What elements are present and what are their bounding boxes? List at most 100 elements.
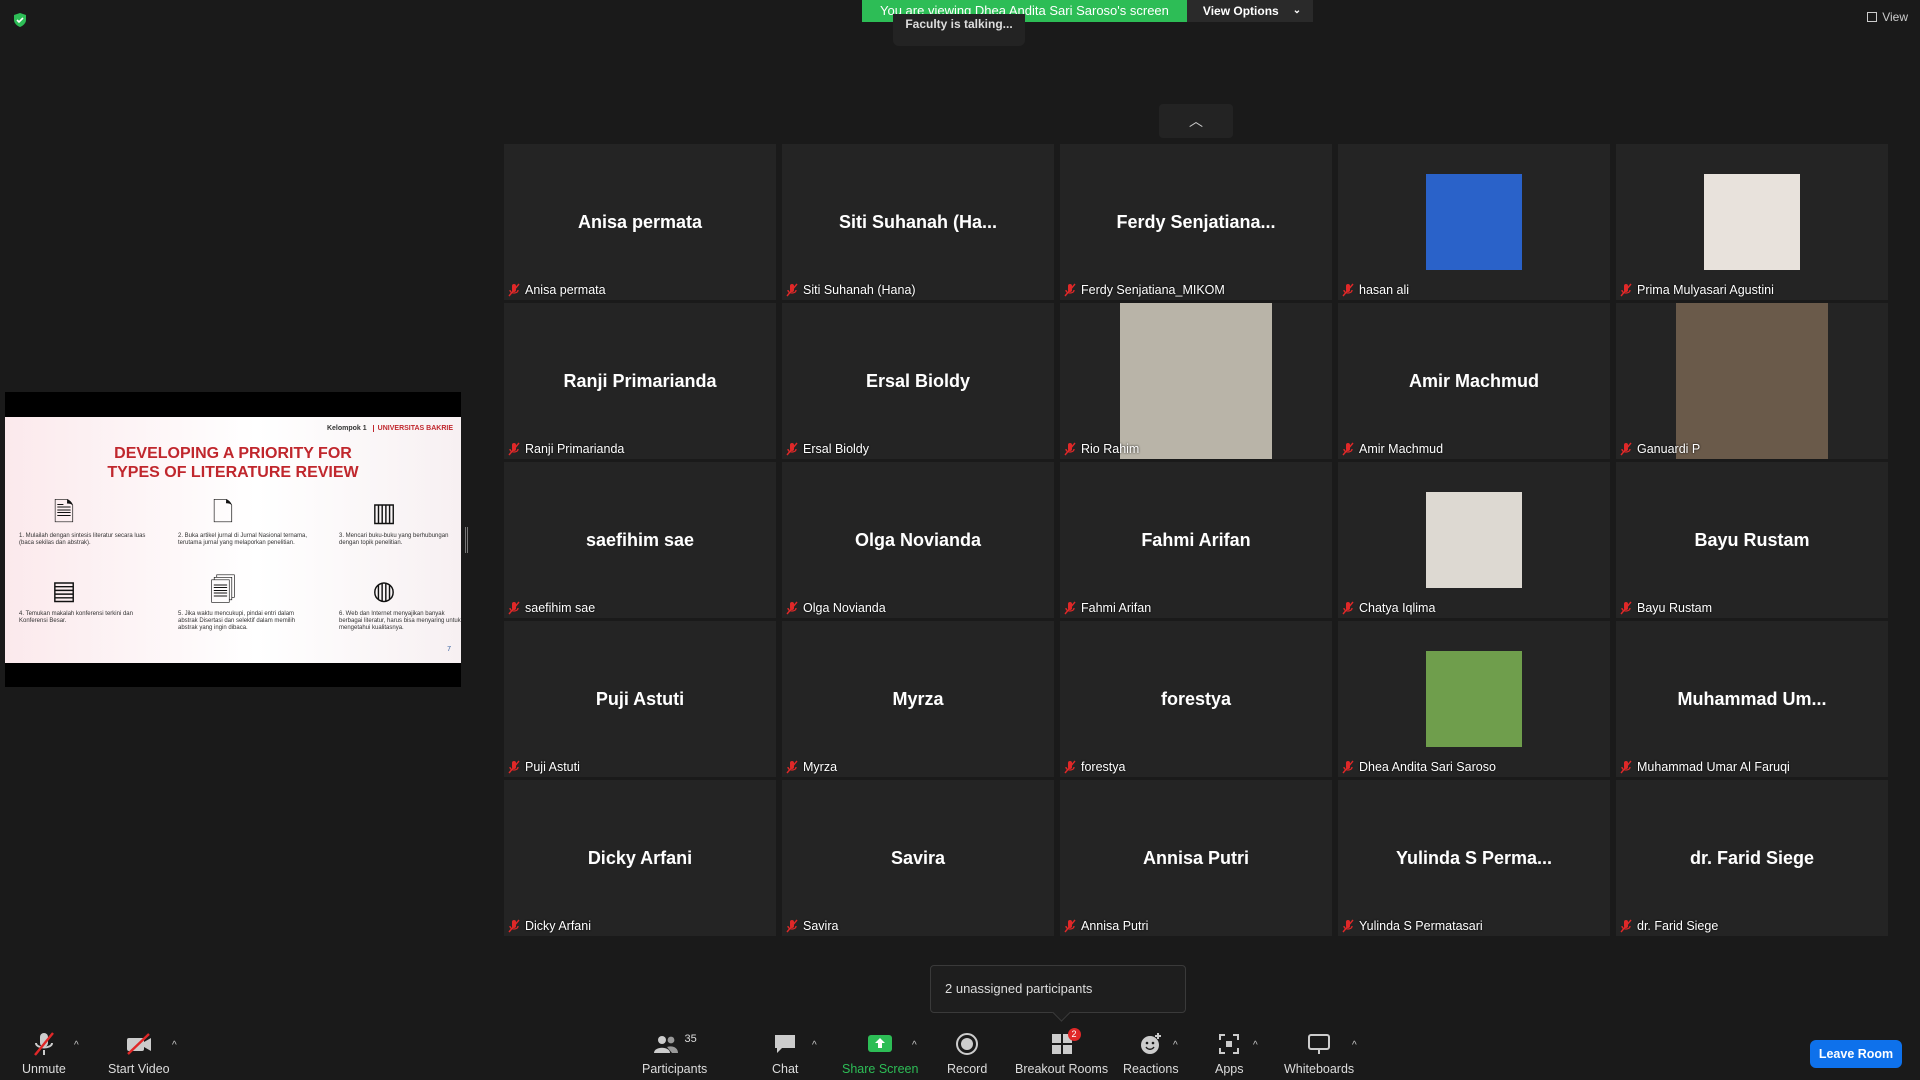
participant-tile[interactable]: Dicky Arfani Dicky Arfani (504, 780, 776, 936)
view-button[interactable]: View (1867, 10, 1908, 24)
participant-tile[interactable]: Ganuardi P (1616, 303, 1888, 459)
microphone-muted-icon (1064, 760, 1076, 774)
security-shield-icon[interactable] (12, 12, 28, 28)
gallery-scroll-up-button[interactable]: ︿ (1159, 104, 1233, 138)
participant-tile[interactable]: Puji Astuti Puji Astuti (504, 621, 776, 777)
participant-tile[interactable]: Myrza Myrza (782, 621, 1054, 777)
participants-label: Participants (642, 1062, 708, 1076)
participant-avatar-photo (1426, 492, 1522, 588)
microphone-muted-icon (1620, 760, 1632, 774)
participant-tile[interactable]: Muhammad Um... Muhammad Umar Al Faruqi (1616, 621, 1888, 777)
apps-options-caret[interactable]: ^ (1253, 1040, 1258, 1051)
participant-name-text: Muhammad Umar Al Faruqi (1637, 760, 1790, 774)
participants-count: 35 (684, 1033, 697, 1045)
participant-tile[interactable]: Amir Machmud Amir Machmud (1338, 303, 1610, 459)
start-video-button[interactable]: Start Video (108, 1030, 170, 1076)
participant-tile[interactable]: Dhea Andita Sari Saroso (1338, 621, 1610, 777)
chat-button[interactable]: Chat (772, 1030, 798, 1076)
participant-name-label: dr. Farid Siege (1620, 919, 1718, 933)
participant-name-label: saefihim sae (508, 601, 595, 615)
participant-tile[interactable]: Prima Mulyasari Agustini (1616, 144, 1888, 300)
video-options-caret[interactable]: ^ (172, 1040, 177, 1051)
reactions-label: Reactions (1123, 1062, 1179, 1076)
microphone-muted-icon (786, 283, 798, 297)
participant-tile[interactable]: Yulinda S Perma... Yulinda S Permatasari (1338, 780, 1610, 936)
participant-tile[interactable]: Ferdy Senjatiana... Ferdy Senjatiana_MIKO… (1060, 144, 1332, 300)
participant-name-label: Puji Astuti (508, 760, 580, 774)
slide-item-4: ▤ 4. Temukan makalah konferensi terkini … (19, 575, 149, 625)
unassigned-participants-tooltip[interactable]: 2 unassigned participants (930, 965, 1186, 1013)
whiteboards-button[interactable]: Whiteboards (1284, 1030, 1354, 1076)
participant-name-text: Ganuardi P (1637, 442, 1701, 456)
participant-tile[interactable]: forestya forestya (1060, 621, 1332, 777)
participant-display-name: dr. Farid Siege (1689, 847, 1815, 868)
participant-display-name: Fahmi Arifan (1141, 529, 1251, 550)
participant-tile[interactable]: Savira Savira (782, 780, 1054, 936)
reactions-button[interactable]: Reactions (1123, 1030, 1179, 1076)
slide-header: Kelompok 1 UNIVERSITAS BAKRIE (327, 425, 453, 432)
participant-display-name: Annisa Putri (1142, 847, 1249, 868)
chat-options-caret[interactable]: ^ (812, 1040, 817, 1051)
participant-display-name: Siti Suhanah (Ha... (838, 211, 998, 232)
slide-group-label: Kelompok 1 (326, 425, 367, 432)
participant-display-name: saefihim sae (585, 529, 695, 550)
microphone-muted-icon (1064, 442, 1076, 456)
slide-item-2: 🗋 2. Buka artikel jurnal di Jurnal Nasio… (178, 497, 308, 547)
participant-name-text: Prima Mulyasari Agustini (1637, 283, 1774, 297)
participant-name-text: Dhea Andita Sari Saroso (1359, 760, 1496, 774)
talking-indicator: Faculty is talking... (893, 14, 1025, 46)
university-logo: UNIVERSITAS BAKRIE (372, 425, 453, 432)
participant-tile[interactable]: Ersal Bioldy Ersal Bioldy (782, 303, 1054, 459)
meeting-toolbar: Unmute ^ Start Video ^ 35 Participants C… (0, 1026, 1920, 1080)
participant-name-text: Dicky Arfani (525, 919, 591, 933)
participant-display-name: Ersal Bioldy (865, 370, 971, 391)
microphone-muted-icon (1620, 919, 1632, 933)
participant-tile[interactable]: Fahmi Arifan Fahmi Arifan (1060, 462, 1332, 618)
participant-avatar-photo (1704, 174, 1800, 270)
share-options-caret[interactable]: ^ (912, 1040, 917, 1051)
participant-gallery: Anisa permata Anisa permata Siti Suhanah (… (504, 144, 1888, 936)
unmute-button[interactable]: Unmute (22, 1030, 66, 1076)
participant-display-name: Ferdy Senjatiana... (1116, 211, 1276, 232)
participant-name-label: Muhammad Umar Al Faruqi (1620, 760, 1790, 774)
participants-button[interactable]: 35 Participants (642, 1030, 707, 1076)
participant-name-text: Annisa Putri (1081, 919, 1149, 933)
whiteboards-options-caret[interactable]: ^ (1352, 1040, 1357, 1051)
participant-name-text: forestya (1081, 760, 1126, 774)
microphone-muted-icon (1342, 283, 1354, 297)
participant-tile[interactable]: Chatya Iqlima (1338, 462, 1610, 618)
breakout-rooms-button[interactable]: 2 Breakout Rooms (1015, 1028, 1108, 1076)
participant-name-label: Anisa permata (508, 283, 606, 297)
participant-name-label: Ranji Primarianda (508, 442, 624, 456)
participant-tile[interactable]: Rio Rahim (1060, 303, 1332, 459)
audio-options-caret[interactable]: ^ (74, 1040, 79, 1051)
apps-button[interactable]: Apps (1215, 1030, 1244, 1076)
chevron-up-icon: ︿ (1189, 113, 1203, 129)
microphone-muted-icon (1620, 442, 1632, 456)
split-resize-handle[interactable] (465, 527, 468, 553)
participant-tile[interactable]: dr. Farid Siege dr. Farid Siege (1616, 780, 1888, 936)
participant-tile[interactable]: Siti Suhanah (Ha... Siti Suhanah (Hana) (782, 144, 1054, 300)
participant-tile[interactable]: saefihim sae saefihim sae (504, 462, 776, 618)
microphone-muted-icon (508, 760, 520, 774)
leave-room-button[interactable]: Leave Room (1810, 1040, 1902, 1068)
participant-display-name: Savira (890, 847, 946, 868)
record-button[interactable]: Record (947, 1030, 987, 1076)
participant-tile[interactable]: Annisa Putri Annisa Putri (1060, 780, 1332, 936)
participant-tile[interactable]: hasan ali (1338, 144, 1610, 300)
participant-name-text: Bayu Rustam (1637, 601, 1713, 615)
shared-screen-panel[interactable]: Kelompok 1 UNIVERSITAS BAKRIE DEVELOPING… (5, 392, 461, 687)
slide-item-text: 3. Mencari buku-buku yang berhubungan de… (339, 533, 449, 546)
reactions-options-caret[interactable]: ^ (1173, 1040, 1178, 1051)
participant-tile[interactable]: Ranji Primarianda Ranji Primarianda (504, 303, 776, 459)
share-screen-button[interactable]: Share Screen (842, 1030, 918, 1076)
participant-tile[interactable]: Anisa permata Anisa permata (504, 144, 776, 300)
breakout-rooms-badge: 2 (1067, 1028, 1081, 1041)
books-icon: ▥ (371, 497, 397, 527)
participant-name-text: Amir Machmud (1359, 442, 1444, 456)
participant-tile[interactable]: Olga Novianda Olga Novianda (782, 462, 1054, 618)
microphone-muted-icon (508, 283, 520, 297)
participant-tile[interactable]: Bayu Rustam Bayu Rustam (1616, 462, 1888, 618)
participant-display-name: Myrza (892, 688, 944, 709)
view-options-button[interactable]: View Options ⌄ (1186, 0, 1314, 22)
